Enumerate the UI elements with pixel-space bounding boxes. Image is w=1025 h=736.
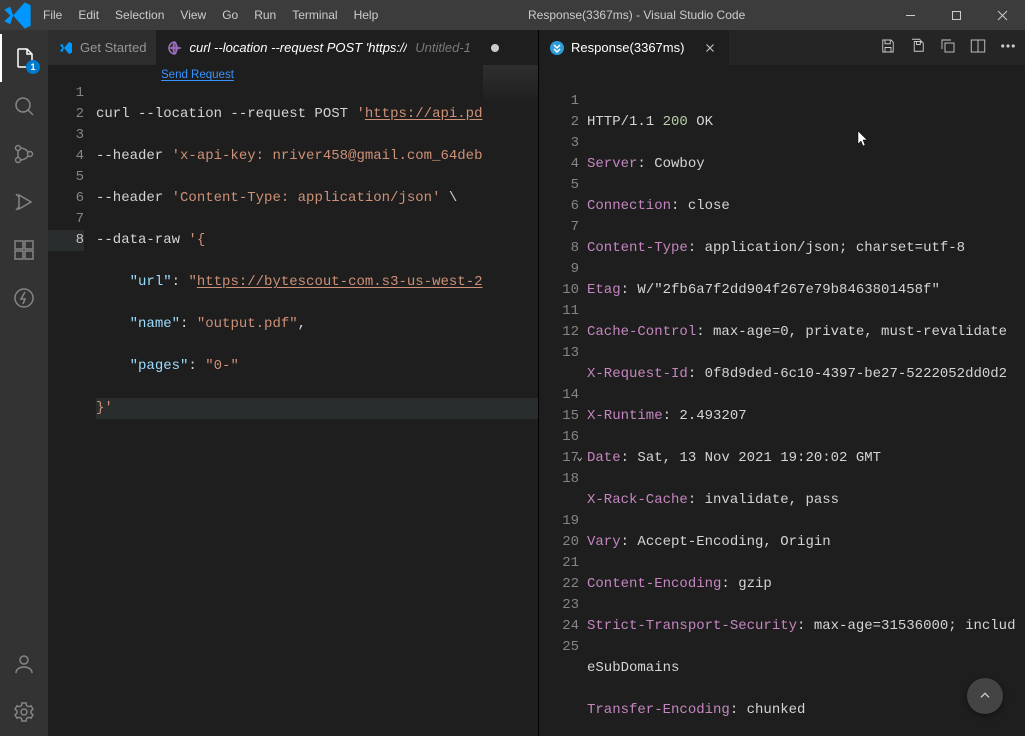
explorer-badge: 1 — [26, 60, 40, 74]
http-icon — [167, 40, 183, 56]
copy-icon[interactable] — [939, 37, 957, 58]
vscode-icon — [58, 40, 74, 56]
activity-extensions[interactable] — [0, 226, 48, 274]
maximize-button[interactable] — [933, 0, 979, 30]
fold-icon[interactable]: ⌄ — [576, 448, 583, 469]
tab-curl-request[interactable]: curl --location --request POST 'https://… — [157, 30, 538, 65]
menu-selection[interactable]: Selection — [107, 0, 172, 30]
activity-search[interactable] — [0, 82, 48, 130]
menu-go[interactable]: Go — [214, 0, 246, 30]
more-icon[interactable] — [999, 37, 1017, 58]
scroll-to-top-button[interactable] — [967, 678, 1003, 714]
split-editor-icon[interactable] — [969, 37, 987, 58]
tab-label: Get Started — [80, 40, 146, 55]
activity-scm[interactable] — [0, 130, 48, 178]
response-icon — [549, 40, 565, 56]
vscode-logo-icon — [0, 0, 35, 33]
minimize-button[interactable] — [887, 0, 933, 30]
gutter-right: 1 2 3 4 5 6 7 8 9 10 11 12 13 14 15 16 — [539, 91, 587, 736]
titlebar: File Edit Selection View Go Run Terminal… — [0, 0, 1025, 30]
editor-actions — [871, 30, 1025, 65]
minimap[interactable] — [483, 65, 538, 105]
activity-explorer[interactable]: 1 — [0, 34, 48, 82]
save-icon[interactable] — [879, 37, 897, 58]
menu-file[interactable]: File — [35, 0, 70, 30]
editor-content-left[interactable]: curl --location --request POST 'https://… — [96, 83, 538, 736]
menu-edit[interactable]: Edit — [70, 0, 107, 30]
tab-desc: Untitled-1 — [415, 40, 471, 55]
menu-terminal[interactable]: Terminal — [284, 0, 345, 30]
menubar: File Edit Selection View Go Run Terminal… — [35, 0, 386, 30]
tabs-left: Get Started curl --location --request PO… — [48, 30, 538, 65]
editor-content-right[interactable]: HTTP/1.1 200 OK Server: Cowboy Connectio… — [587, 91, 1025, 736]
activity-run-debug[interactable] — [0, 178, 48, 226]
codelens-send-request[interactable]: Send Request — [48, 65, 538, 83]
tab-label: Response(3367ms) — [571, 40, 684, 55]
save-all-icon[interactable] — [909, 37, 927, 58]
tabs-right: Response(3367ms) — [539, 30, 1025, 65]
tab-dirty-icon[interactable] — [491, 44, 499, 52]
window-title: Response(3367ms) - Visual Studio Code — [386, 8, 887, 22]
workbench: 1 Get Started curl --location -- — [0, 30, 1025, 736]
activity-settings[interactable] — [0, 688, 48, 736]
activity-accounts[interactable] — [0, 640, 48, 688]
menu-run[interactable]: Run — [246, 0, 284, 30]
tab-close-icon[interactable] — [702, 40, 718, 56]
editor-right[interactable]: 1 2 3 4 5 6 7 8 9 10 11 12 13 14 15 16 — [539, 91, 1025, 736]
menu-view[interactable]: View — [172, 0, 214, 30]
menu-help[interactable]: Help — [346, 0, 387, 30]
close-button[interactable] — [979, 0, 1025, 30]
window-controls — [887, 0, 1025, 30]
activity-thunder[interactable] — [0, 274, 48, 322]
editor-group-left: Get Started curl --location --request PO… — [48, 30, 538, 736]
editor-left[interactable]: 1 2 3 4 5 6 7 8 curl --location --reques… — [48, 83, 538, 736]
tab-response[interactable]: Response(3367ms) — [539, 30, 729, 65]
editor-region: Get Started curl --location --request PO… — [48, 30, 1025, 736]
gutter-left: 1 2 3 4 5 6 7 8 — [48, 83, 96, 736]
activitybar: 1 — [0, 30, 48, 736]
editor-group-right: Response(3367ms) 1 2 3 4 — [538, 30, 1025, 736]
tab-label: curl --location --request POST 'https:// — [189, 40, 407, 55]
tab-get-started[interactable]: Get Started — [48, 30, 157, 65]
